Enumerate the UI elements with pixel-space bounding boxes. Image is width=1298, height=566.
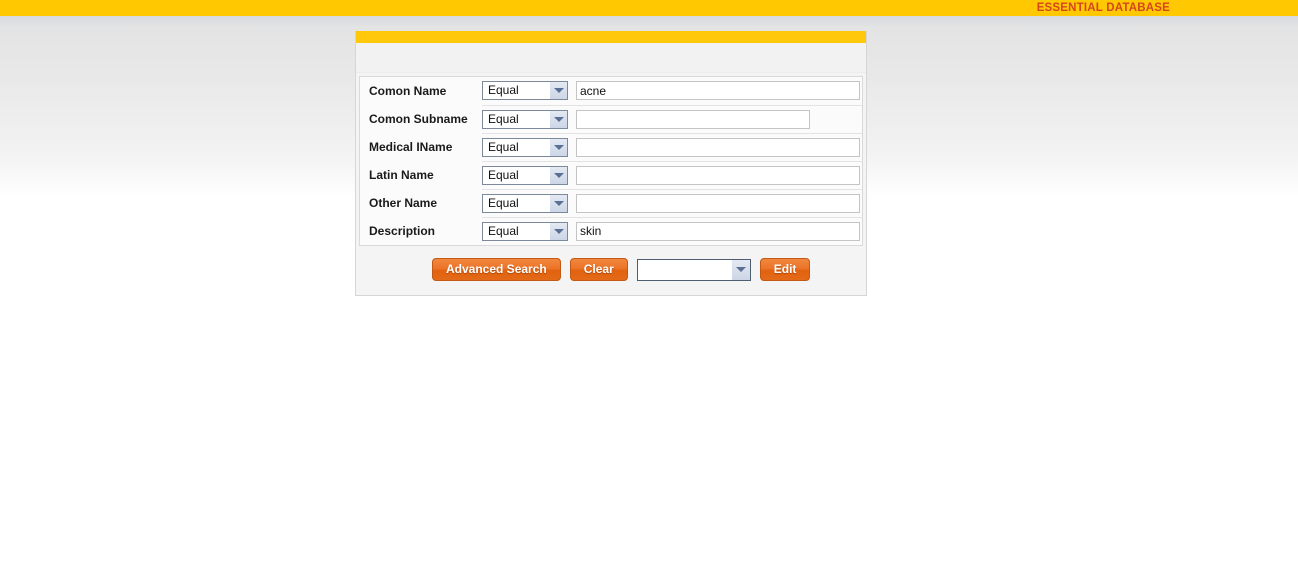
operator-dropdown[interactable]: Equal xyxy=(482,109,568,129)
value-cell xyxy=(576,132,862,161)
value-input[interactable] xyxy=(576,193,860,213)
operator-value: Equal xyxy=(488,111,519,126)
value-cell xyxy=(576,216,862,245)
form-row: Other Name Equal xyxy=(360,188,862,217)
record-selector-dropdown[interactable] xyxy=(636,258,751,281)
field-label: Medical IName xyxy=(369,140,453,154)
panel-subheader xyxy=(356,43,866,73)
form-row: Latin Name Equal xyxy=(360,160,862,189)
search-criteria-table: Comon NameEqualComon SubnameEqualMedical… xyxy=(360,77,862,245)
value-input[interactable] xyxy=(576,165,860,185)
operator-dropdown[interactable]: Equal xyxy=(482,165,568,185)
operator-dropdown[interactable]: Equal xyxy=(482,221,568,241)
value-input[interactable] xyxy=(576,221,860,241)
search-panel: Comon NameEqualComon SubnameEqualMedical… xyxy=(355,31,867,296)
chevron-down-icon xyxy=(549,82,567,100)
panel-yellow-header xyxy=(356,31,866,43)
field-label: Latin Name xyxy=(369,168,434,182)
operator-dropdown[interactable]: Equal xyxy=(482,81,568,101)
field-label: Comon Name xyxy=(369,84,447,98)
chevron-down-icon xyxy=(549,138,567,156)
operator-dropdown[interactable]: Equal xyxy=(482,137,568,157)
operator-cell: Equal xyxy=(482,104,576,133)
chevron-down-icon xyxy=(730,259,750,280)
operator-value: Equal xyxy=(488,195,519,210)
value-input[interactable] xyxy=(576,109,810,129)
form-actions: Advanced Search Clear Edit xyxy=(356,246,866,295)
form-row: Description Equal xyxy=(360,216,862,245)
clear-button[interactable]: Clear xyxy=(569,258,628,281)
chevron-down-icon xyxy=(549,194,567,212)
value-input[interactable] xyxy=(576,81,860,101)
chevron-down-icon xyxy=(549,166,567,184)
value-input[interactable] xyxy=(576,137,860,157)
operator-value: Equal xyxy=(488,223,519,238)
value-cell xyxy=(576,188,862,217)
form-row: Comon Name Equal xyxy=(360,77,862,105)
operator-value: Equal xyxy=(488,139,519,154)
advanced-search-button[interactable]: Advanced Search xyxy=(432,258,561,281)
operator-value: Equal xyxy=(488,83,519,98)
site-title: ESSENTIAL DATABASE xyxy=(1036,2,1170,14)
value-cell xyxy=(576,104,862,133)
operator-cell: Equal xyxy=(482,77,576,105)
operator-cell: Equal xyxy=(482,160,576,189)
value-cell xyxy=(576,160,862,189)
chevron-down-icon xyxy=(549,222,567,240)
operator-cell: Equal xyxy=(482,188,576,217)
form-row: Medical IName Equal xyxy=(360,132,862,161)
field-label: Other Name xyxy=(369,196,438,210)
value-cell xyxy=(576,77,862,105)
operator-cell: Equal xyxy=(482,132,576,161)
field-label: Comon Subname xyxy=(369,112,468,126)
operator-dropdown[interactable]: Equal xyxy=(482,193,568,213)
edit-button[interactable]: Edit xyxy=(759,258,811,281)
operator-cell: Equal xyxy=(482,216,576,245)
top-yellow-bar: ESSENTIAL DATABASE xyxy=(0,0,1298,16)
chevron-down-icon xyxy=(549,110,567,128)
form-row: Comon Subname Equal xyxy=(360,104,862,133)
search-form: Comon NameEqualComon SubnameEqualMedical… xyxy=(359,76,863,246)
field-label: Description xyxy=(369,224,436,238)
operator-value: Equal xyxy=(488,167,519,182)
